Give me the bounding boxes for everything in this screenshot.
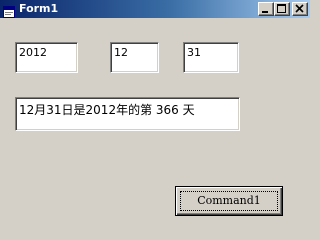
close-button[interactable] [292,2,308,16]
form-window: Form1 2012 12 31 12月31日是2012年的第 366 天 Co… [0,0,310,230]
title-bar[interactable]: Form1 [0,0,310,18]
minimize-button[interactable] [258,2,274,16]
maximize-icon [277,4,286,13]
year-textbox[interactable]: 2012 [15,42,78,73]
result-textbox[interactable]: 12月31日是2012年的第 366 天 [15,97,240,131]
month-textbox[interactable]: 12 [110,42,159,73]
form-icon[interactable] [3,3,15,18]
window-title: Form1 [19,2,59,15]
maximize-button[interactable] [274,2,290,16]
command1-label: Command1 [197,194,261,207]
day-textbox[interactable]: 31 [183,42,239,73]
minimize-icon [262,11,268,13]
close-icon [295,4,304,13]
command1-button[interactable]: Command1 [175,186,283,216]
